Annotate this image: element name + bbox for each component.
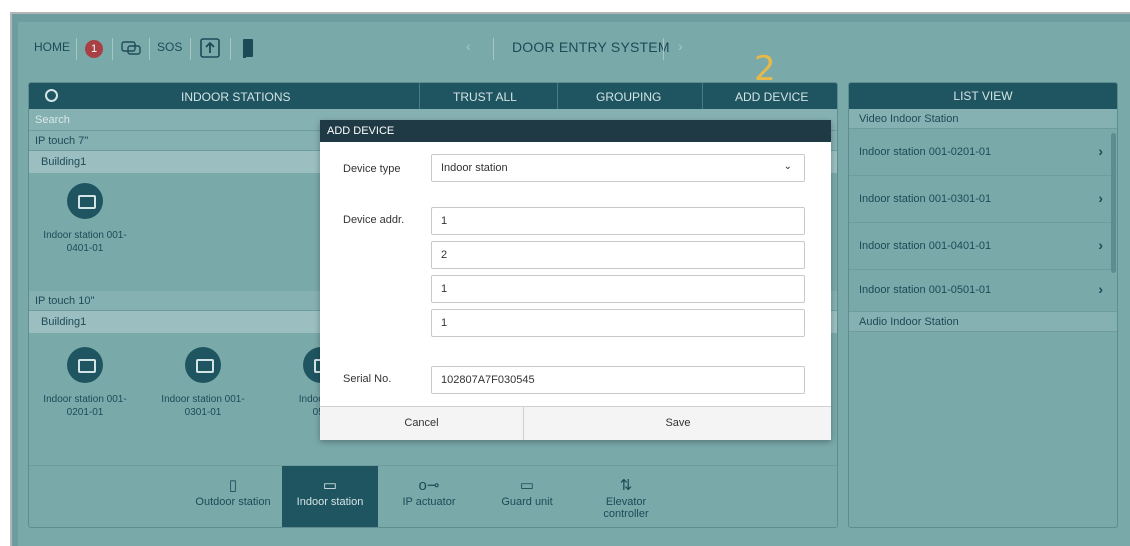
divider: [112, 38, 113, 60]
tab-outdoor-station[interactable]: ▯ Outdoor station: [185, 466, 281, 527]
device-type-label: Device type: [343, 163, 401, 175]
station-tile[interactable]: Indoor station 001- 0401-01: [35, 183, 135, 255]
indoor-station-icon: ▭: [322, 477, 338, 494]
select-all-icon[interactable]: [45, 89, 58, 102]
station-tile[interactable]: Indoor station 001- 0201-01: [35, 347, 135, 419]
home-button[interactable]: HOME: [34, 40, 70, 54]
door-icon[interactable]: [236, 36, 260, 60]
divider: [190, 38, 191, 60]
device-addr-label: Device addr.: [343, 214, 405, 226]
divider: [663, 38, 664, 60]
address-field-2[interactable]: 2: [431, 241, 805, 269]
cancel-button[interactable]: Cancel: [320, 407, 524, 440]
address-field-4[interactable]: 1: [431, 309, 805, 337]
list-item[interactable]: Indoor station 001-0201-01 ›: [849, 129, 1117, 176]
tab-ip-actuator[interactable]: o⊸ IP actuator: [381, 466, 477, 527]
key-icon: o⊸: [418, 477, 440, 494]
chevron-right-icon[interactable]: ›: [678, 38, 683, 54]
dialog-title: ADD DEVICE: [320, 120, 831, 142]
elevator-icon: ⇅: [619, 477, 633, 494]
station-tile[interactable]: Indoor station 001- 0301-01: [153, 347, 253, 419]
list-view-panel: LIST VIEW Video Indoor Station Indoor st…: [848, 82, 1118, 528]
station-label: Indoor station 001- 0301-01: [161, 394, 245, 418]
tab-grouping[interactable]: GROUPING: [596, 90, 661, 104]
device-type-select[interactable]: Indoor station ⌄: [431, 154, 805, 182]
indoor-station-icon: [67, 183, 103, 219]
chevron-right-icon: ›: [1098, 281, 1103, 297]
page-title: DOOR ENTRY SYSTEM: [512, 39, 670, 55]
station-label: Indoor station 001- 0401-01: [43, 230, 127, 254]
alarm-badge[interactable]: 1: [85, 40, 103, 58]
indoor-station-icon: [185, 347, 221, 383]
annotation-2: 2: [754, 49, 776, 89]
divider: [230, 38, 231, 60]
divider: [557, 83, 558, 109]
chevron-right-icon: ›: [1098, 237, 1103, 253]
serial-number-field[interactable]: 102807A7F030545: [431, 366, 805, 394]
list-view-header: LIST VIEW: [849, 83, 1117, 109]
chevron-left-icon[interactable]: ‹: [466, 38, 471, 54]
address-field-3[interactable]: 1: [431, 275, 805, 303]
dialog-footer: Cancel Save: [320, 406, 831, 440]
add-device-dialog: ADD DEVICE Device type Indoor station ⌄ …: [320, 120, 831, 440]
scrollbar[interactable]: [1111, 133, 1116, 273]
device-type-tabs: ▯ Outdoor station ▭ Indoor station o⊸ IP…: [29, 465, 837, 527]
tab-indoor-station[interactable]: ▭ Indoor station: [282, 466, 378, 527]
message-icon[interactable]: [119, 36, 143, 60]
save-button[interactable]: Save: [525, 407, 831, 440]
tab-indoor-stations[interactable]: INDOOR STATIONS: [181, 90, 291, 104]
tab-elevator-controller[interactable]: ⇅ Elevator controller: [585, 466, 667, 527]
list-item[interactable]: Indoor station 001-0501-01 ›: [849, 270, 1117, 312]
divider: [149, 38, 150, 60]
divider: [702, 83, 703, 109]
indoor-station-icon: [67, 347, 103, 383]
sos-button[interactable]: SOS: [157, 40, 182, 54]
list-item[interactable]: Indoor station 001-0301-01 ›: [849, 176, 1117, 223]
top-bar: HOME 1 SOS ‹ DOOR ENTRY SYSTEM ›: [18, 22, 1130, 76]
panel-header: INDOOR STATIONS TRUST ALL GROUPING ADD D…: [29, 83, 837, 109]
divider: [493, 38, 494, 60]
audio-group-header: Audio Indoor Station: [849, 312, 1117, 332]
upload-icon[interactable]: [198, 36, 222, 60]
divider: [419, 83, 420, 109]
tab-guard-unit[interactable]: ▭ Guard unit: [479, 466, 575, 527]
chevron-down-icon: ⌄: [783, 161, 792, 172]
station-label: Indoor station 001- 0201-01: [43, 394, 127, 418]
chevron-right-icon: ›: [1098, 190, 1103, 206]
address-field-1[interactable]: 1: [431, 207, 805, 235]
serial-label: Serial No.: [343, 373, 392, 385]
list-item[interactable]: Indoor station 001-0401-01 ›: [849, 223, 1117, 270]
outdoor-station-icon: ▯: [228, 477, 238, 494]
video-group-header: Video Indoor Station: [849, 109, 1117, 129]
divider: [76, 38, 77, 60]
chevron-right-icon: ›: [1098, 143, 1103, 159]
guard-unit-icon: ▭: [519, 477, 535, 494]
tab-trust-all[interactable]: TRUST ALL: [453, 90, 517, 104]
tab-add-device[interactable]: ADD DEVICE: [735, 90, 808, 104]
